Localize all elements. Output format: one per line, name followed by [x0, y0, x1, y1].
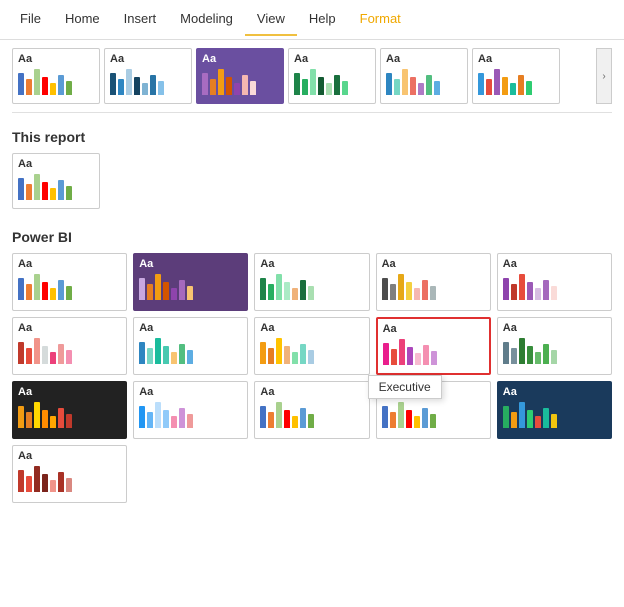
this-report-section-title: This report [12, 129, 612, 145]
themes-panel: AaAaAaAaAaAa › This report Aa Power BI A… [0, 40, 624, 607]
powerbi-theme-card[interactable]: Aa [376, 381, 491, 439]
menu-view[interactable]: View [245, 3, 297, 36]
theme-card[interactable]: Aa [196, 48, 284, 104]
top-themes-row: AaAaAaAaAaAa › [12, 48, 612, 113]
top-themes-container: AaAaAaAaAaAa [12, 48, 592, 104]
theme-card[interactable]: Aa [380, 48, 468, 104]
powerbi-theme-card[interactable]: Aa [12, 253, 127, 311]
theme-card[interactable]: Aa [472, 48, 560, 104]
powerbi-theme-card[interactable]: Aa [376, 253, 491, 311]
powerbi-grid: AaAaAaAaAaAaAaAaAaExecutiveAaAaAaAaAaAaA… [12, 253, 612, 503]
powerbi-theme-card[interactable]: Aa [497, 253, 612, 311]
powerbi-theme-card[interactable]: Aa [12, 317, 127, 375]
menubar: File Home Insert Modeling View Help Form… [0, 0, 624, 40]
theme-card[interactable]: Aa [12, 48, 100, 104]
powerbi-theme-card[interactable]: Aa [254, 317, 369, 375]
menu-format[interactable]: Format [348, 3, 413, 36]
powerbi-theme-card[interactable]: Aa [133, 317, 248, 375]
powerbi-theme-card[interactable]: Aa [133, 253, 248, 311]
menu-modeling[interactable]: Modeling [168, 3, 245, 36]
powerbi-theme-card[interactable]: AaExecutive [376, 317, 491, 375]
theme-card[interactable]: Aa [12, 153, 100, 209]
powerbi-theme-card[interactable]: Aa [497, 381, 612, 439]
powerbi-section-title: Power BI [12, 229, 612, 245]
powerbi-theme-card[interactable]: Aa [254, 253, 369, 311]
menu-insert[interactable]: Insert [112, 3, 169, 36]
theme-card[interactable]: Aa [104, 48, 192, 104]
theme-card[interactable]: Aa [288, 48, 376, 104]
menu-file[interactable]: File [8, 3, 53, 36]
powerbi-theme-card[interactable]: Aa [497, 317, 612, 375]
this-report-card[interactable]: Aa [12, 153, 612, 209]
powerbi-theme-card[interactable]: Aa [133, 381, 248, 439]
powerbi-theme-card[interactable]: Aa [12, 445, 127, 503]
scroll-right-button[interactable]: › [596, 48, 612, 104]
powerbi-theme-card[interactable]: Aa [254, 381, 369, 439]
powerbi-theme-card[interactable]: Aa [12, 381, 127, 439]
menu-home[interactable]: Home [53, 3, 112, 36]
this-report-grid: Aa [12, 153, 612, 213]
menu-help[interactable]: Help [297, 3, 348, 36]
